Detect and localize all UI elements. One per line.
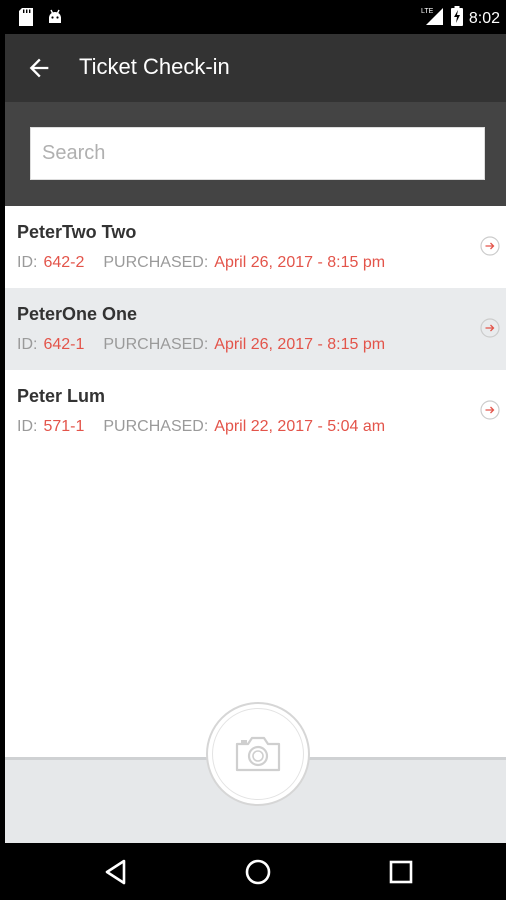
arrow-right-circle-icon[interactable] bbox=[480, 400, 500, 420]
clock: 8:02 bbox=[468, 9, 500, 27]
circle-home-icon bbox=[245, 859, 271, 885]
page-title: Ticket Check-in bbox=[79, 54, 230, 79]
back-button[interactable] bbox=[25, 54, 53, 82]
purchased-label: PURCHASED: bbox=[103, 254, 209, 271]
purchase-date: April 22, 2017 - 5:04 am bbox=[214, 418, 386, 435]
arrow-right-circle-icon[interactable] bbox=[480, 318, 500, 338]
arrow-left-icon bbox=[29, 58, 49, 78]
search-container bbox=[5, 102, 506, 206]
purchased-label: PURCHASED: bbox=[103, 418, 209, 435]
status-bar: LTE 8:02 bbox=[5, 0, 506, 34]
app-screen: LTE 8:02 Ticket Check-in PeterTwo Two ID… bbox=[5, 0, 506, 900]
purchase-date: April 26, 2017 - 8:15 pm bbox=[214, 254, 386, 271]
ticket-holder-name: Peter Lum bbox=[17, 386, 106, 406]
search-input[interactable] bbox=[30, 127, 485, 180]
lte-signal-icon: LTE bbox=[421, 6, 445, 31]
arrow-right-circle-icon[interactable] bbox=[480, 236, 500, 256]
nav-back-button[interactable] bbox=[101, 857, 131, 887]
sd-card-icon bbox=[19, 8, 33, 31]
ticket-list: PeterTwo Two ID: 642-2 PURCHASED: April 26,… bbox=[5, 206, 506, 452]
nav-home-button[interactable] bbox=[243, 857, 273, 887]
ticket-id: 642-1 bbox=[43, 336, 85, 353]
android-debug-icon bbox=[47, 9, 63, 30]
ticket-meta: ID: 642-2 PURCHASED: April 26, 2017 - 8:15 … bbox=[17, 254, 385, 272]
ticket-holder-name: PeterOne One bbox=[17, 304, 138, 324]
triangle-back-icon bbox=[105, 859, 126, 885]
purchase-date: April 26, 2017 - 8:15 pm bbox=[214, 336, 386, 353]
camera-icon bbox=[235, 736, 281, 772]
ticket-row[interactable]: PeterOne One ID: 642-1 PURCHASED: April 26,… bbox=[5, 288, 506, 370]
id-label: ID: bbox=[17, 254, 38, 271]
system-nav-bar bbox=[5, 843, 506, 900]
ticket-id: 642-2 bbox=[43, 254, 85, 271]
ticket-row[interactable]: Peter Lum ID: 571-1 PURCHASED: April 22, 20… bbox=[5, 370, 506, 452]
ticket-meta: ID: 571-1 PURCHASED: April 22, 2017 - 5:04 … bbox=[17, 418, 385, 436]
ticket-meta: ID: 642-1 PURCHASED: April 26, 2017 - 8:15 … bbox=[17, 336, 385, 354]
ticket-id: 571-1 bbox=[43, 418, 85, 435]
square-recents-icon bbox=[389, 860, 413, 884]
ticket-row[interactable]: PeterTwo Two ID: 642-2 PURCHASED: April 26,… bbox=[5, 206, 506, 288]
camera-button-ring bbox=[212, 708, 304, 800]
id-label: ID: bbox=[17, 336, 38, 353]
ticket-holder-name: PeterTwo Two bbox=[17, 222, 137, 242]
battery-charging-icon bbox=[450, 6, 463, 31]
purchased-label: PURCHASED: bbox=[103, 336, 209, 353]
camera-scan-button[interactable] bbox=[206, 702, 310, 806]
nav-recents-button[interactable] bbox=[386, 857, 416, 887]
id-label: ID: bbox=[17, 418, 38, 435]
app-bar: Ticket Check-in bbox=[5, 34, 506, 102]
network-label: LTE bbox=[421, 8, 434, 15]
